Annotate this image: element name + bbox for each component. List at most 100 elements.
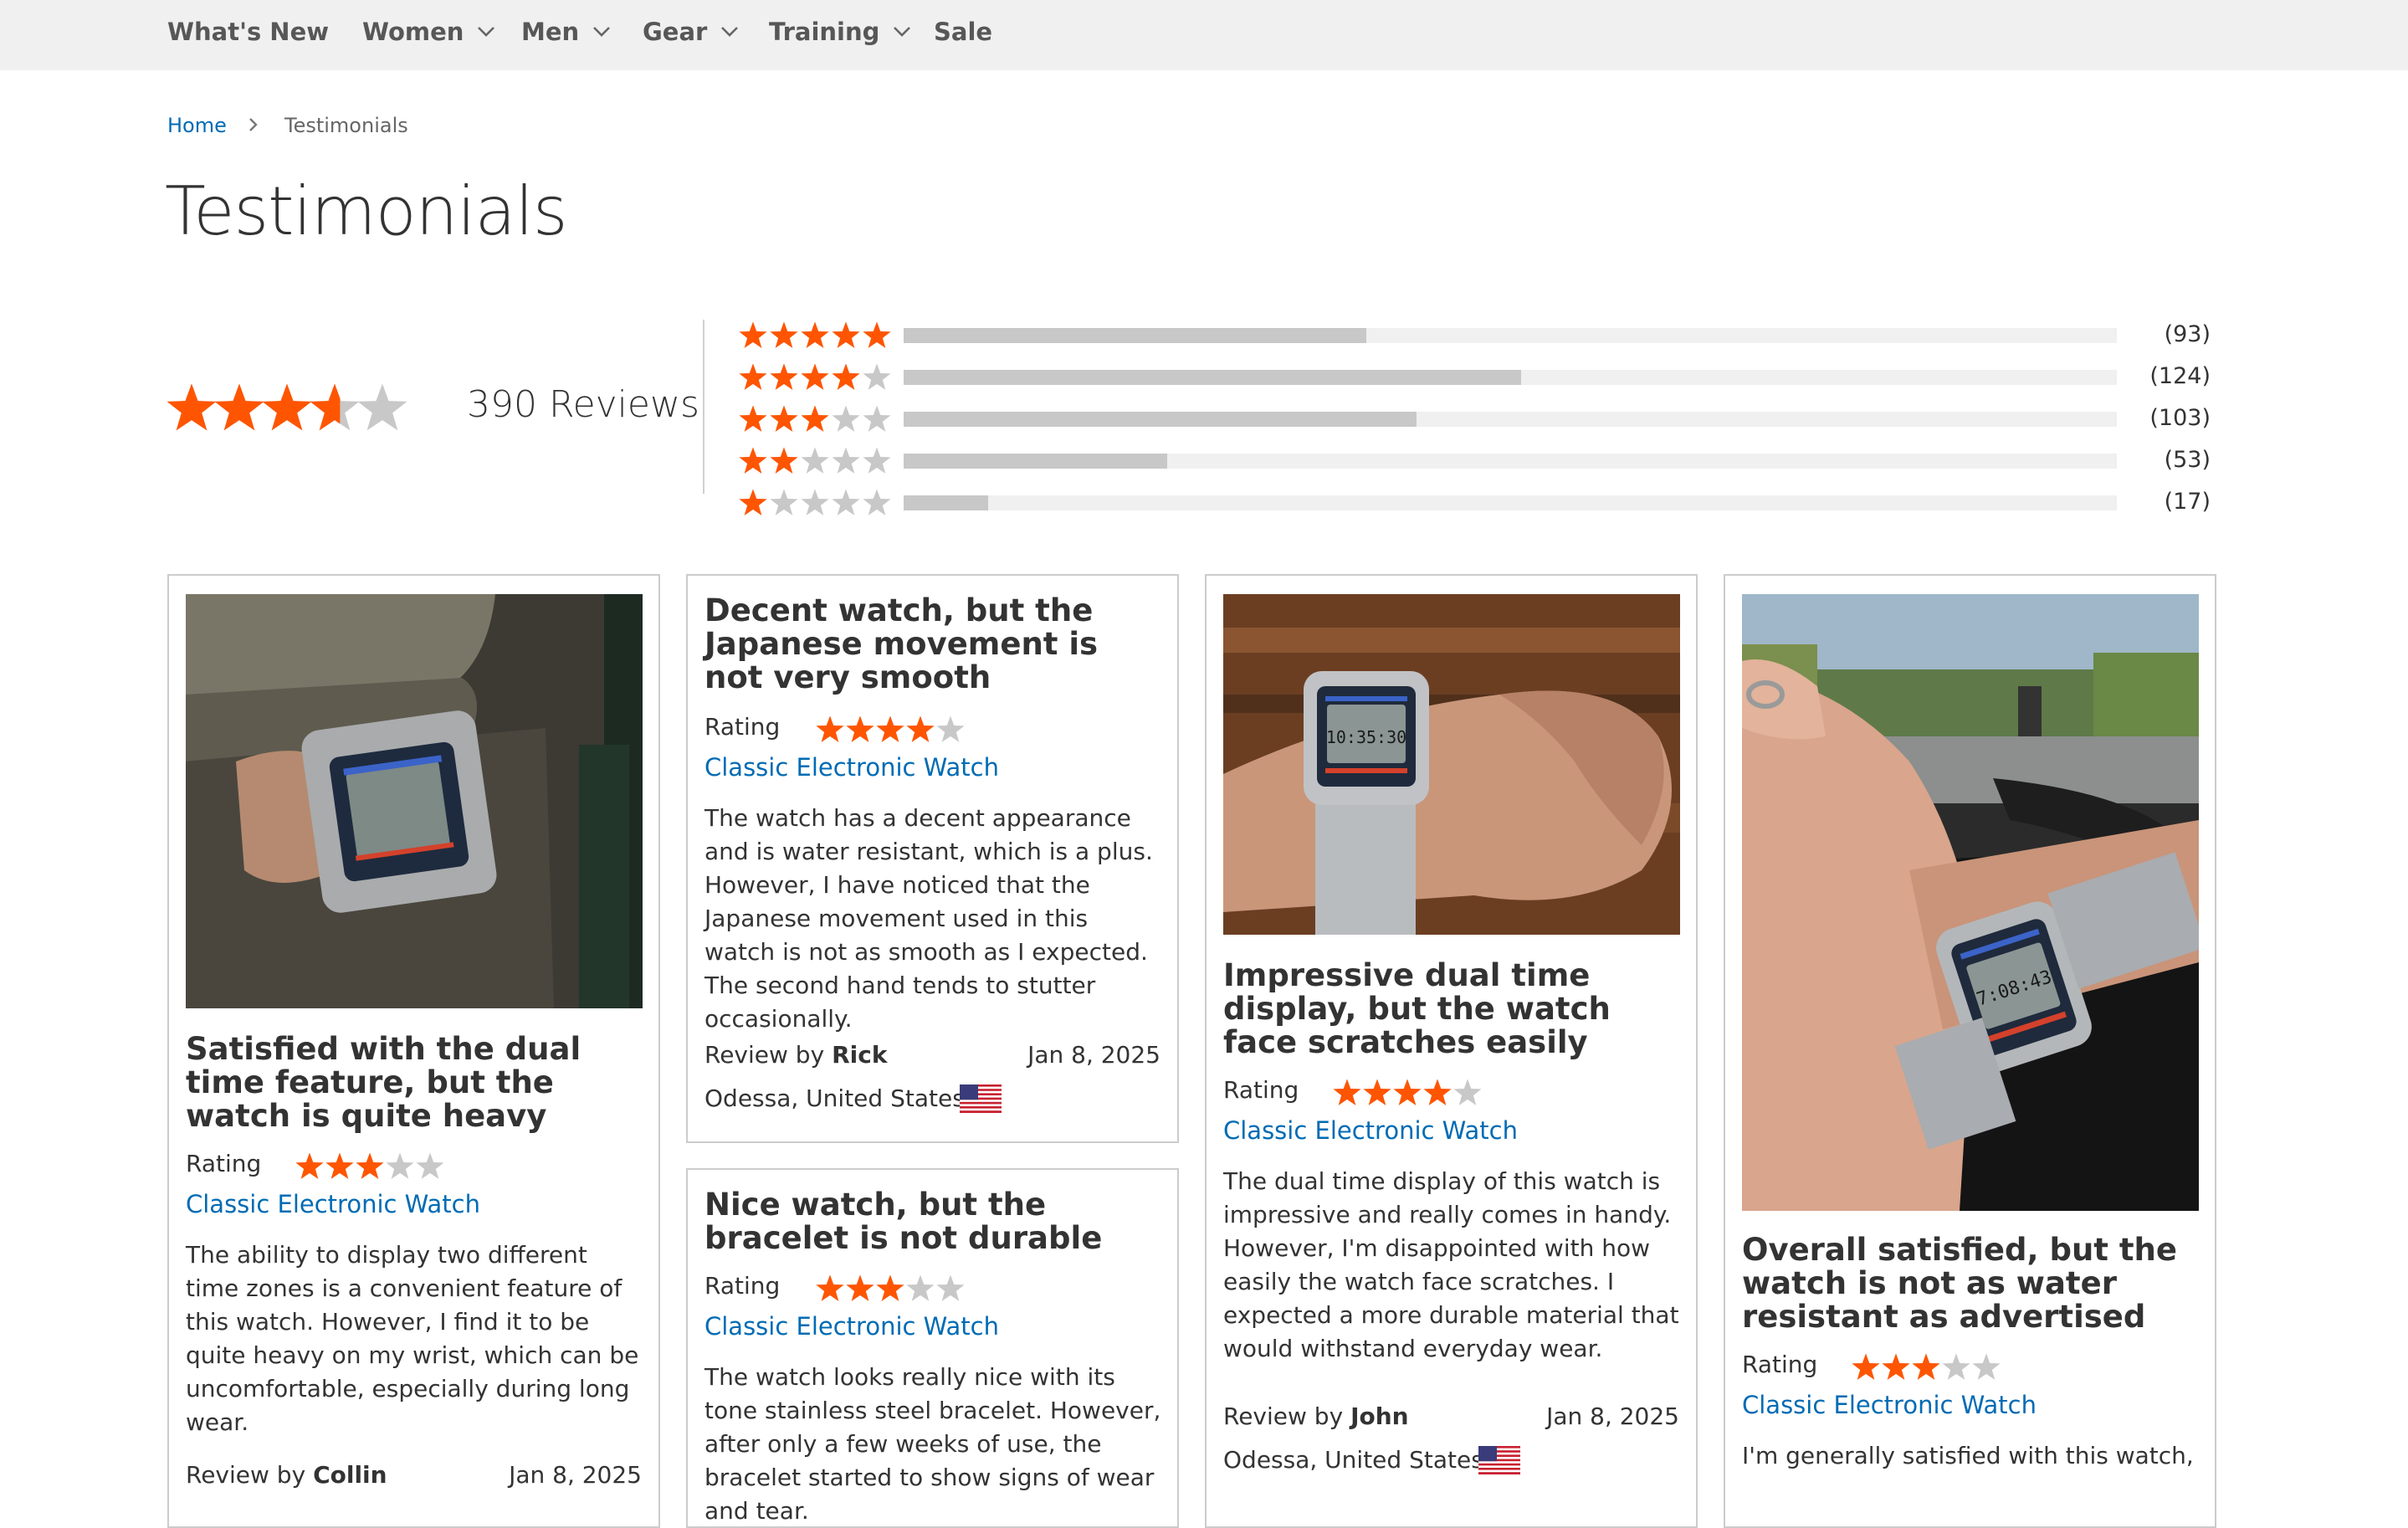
rating-count: (17) (2164, 489, 2211, 515)
review-date: Jan 8, 2025 (1546, 1402, 1679, 1430)
rating-bar-fill (904, 495, 989, 510)
review-photo: 10:35:30 (1223, 594, 1680, 935)
review-body: The watch looks really nice with its ton… (704, 1363, 1161, 1525)
author-name: John (1350, 1402, 1409, 1430)
breadcrumb-current: Testimonials (284, 114, 408, 137)
star-filled-icon (801, 363, 829, 390)
star-empty-icon (832, 447, 860, 474)
star-filled-icon (1393, 1079, 1422, 1105)
star-filled-icon (770, 321, 798, 348)
star-filled-icon (876, 715, 904, 742)
us-flag-icon (1478, 1446, 1520, 1474)
star-half-icon (310, 383, 360, 431)
rating-bar-track (904, 370, 2117, 385)
rating-bar-fill (904, 412, 1417, 427)
rating-label: Rating (704, 1272, 781, 1300)
review-photo (186, 594, 643, 1008)
review-photo: 7:08:43 (1742, 594, 2199, 1211)
star-filled-icon (906, 715, 935, 742)
review-body: The ability to display two different tim… (186, 1241, 639, 1436)
nav-item-label: Women (362, 18, 464, 46)
review-card: 7:08:43 Overall satisfied, but the watch… (1724, 574, 2216, 1528)
star-filled-icon (739, 447, 767, 474)
star-filled-icon (832, 363, 860, 390)
chevron-down-icon (894, 27, 911, 37)
star-filled-icon (356, 1152, 384, 1179)
watch-display-time: 10:35:30 (1326, 727, 1406, 747)
product-link[interactable]: Classic Electronic Watch (186, 1190, 480, 1218)
review-card: Nice watch, but the bracelet is not dura… (686, 1168, 1179, 1528)
product-link[interactable]: Classic Electronic Watch (1223, 1116, 1518, 1145)
product-link[interactable]: Classic Electronic Watch (704, 1312, 999, 1341)
chevron-down-icon (593, 27, 611, 37)
nav-item-women[interactable]: Women (362, 0, 495, 64)
review-author: Review by Rick (704, 1041, 887, 1069)
star-filled-icon (770, 447, 798, 474)
author-name: Collin (313, 1461, 387, 1489)
breadcrumb-home-link[interactable]: Home (167, 114, 227, 137)
nav-item-label: Men (521, 18, 580, 46)
star-empty-icon (906, 1274, 935, 1301)
review-author: Review by Collin (186, 1461, 387, 1489)
rating-bar-track (904, 412, 2117, 427)
star-empty-icon (770, 489, 798, 515)
rating-count: (103) (2149, 405, 2211, 431)
review-title: Decent watch, but the Japanese movement … (704, 592, 1099, 695)
star-filled-icon (739, 363, 767, 390)
nav-item-training[interactable]: Training (769, 0, 911, 64)
rating-count: (53) (2164, 447, 2211, 473)
page-title: Testimonials (165, 172, 567, 250)
rating-bar-track (904, 328, 2117, 343)
star-empty-icon (863, 363, 891, 390)
rating-bar-fill (904, 454, 1168, 469)
review-title: Nice watch, but the bracelet is not dura… (704, 1187, 1103, 1256)
rating-label: Rating (1223, 1076, 1299, 1104)
star-filled-icon (739, 489, 767, 515)
rating-bar-track (904, 495, 2117, 510)
review-location: Odessa, United States (1223, 1446, 1483, 1474)
rating-count: (124) (2149, 363, 2211, 389)
review-card: 10:35:30 Impressive dual time display, b… (1205, 574, 1698, 1528)
star-empty-icon (832, 405, 860, 432)
product-link[interactable]: Classic Electronic Watch (1742, 1391, 2037, 1419)
nav-item-whats-new[interactable]: What's New (167, 0, 329, 64)
star-filled-icon (1333, 1079, 1361, 1105)
star-filled-icon (846, 715, 874, 742)
summary-divider (703, 320, 704, 494)
nav-item-label: What's New (167, 18, 330, 46)
nav-item-gear[interactable]: Gear (643, 0, 739, 64)
review-date: Jan 8, 2025 (509, 1461, 642, 1489)
chevron-right-icon (249, 118, 258, 131)
star-filled-icon (1852, 1353, 1880, 1380)
rating-label: Rating (1742, 1351, 1818, 1378)
rating-bar-fill (904, 328, 1367, 343)
rating-bar-track (904, 454, 2117, 469)
star-empty-icon (1453, 1079, 1482, 1105)
star-empty-icon (832, 489, 860, 515)
star-empty-icon (863, 405, 891, 432)
star-filled-icon (295, 1152, 324, 1179)
nav-item-label: Sale (934, 18, 993, 46)
star-filled-icon (1363, 1079, 1391, 1105)
star-filled-icon (167, 383, 217, 431)
star-empty-icon (801, 447, 829, 474)
star-filled-icon (876, 1274, 904, 1301)
star-filled-icon (770, 405, 798, 432)
nav-item-men[interactable]: Men (521, 0, 611, 64)
review-date: Jan 8, 2025 (1027, 1041, 1160, 1069)
product-link[interactable]: Classic Electronic Watch (704, 753, 999, 782)
rating-label: Rating (186, 1150, 262, 1177)
us-flag-icon (960, 1084, 1002, 1113)
total-reviews-count: 390 Reviews (467, 383, 699, 426)
star-filled-icon (770, 363, 798, 390)
top-navigation: What's New Women Men Gear Training Sale (0, 0, 2408, 70)
star-empty-icon (863, 489, 891, 515)
star-filled-icon (739, 405, 767, 432)
star-empty-icon (1972, 1353, 2001, 1380)
nav-item-sale[interactable]: Sale (934, 0, 992, 64)
review-body: The watch has a decent appearance and is… (704, 804, 1153, 1033)
review-body: I'm generally satisfied with this watch, (1742, 1442, 2194, 1469)
nav-item-label: Gear (643, 18, 708, 46)
star-filled-icon (801, 405, 829, 432)
star-filled-icon (1423, 1079, 1452, 1105)
